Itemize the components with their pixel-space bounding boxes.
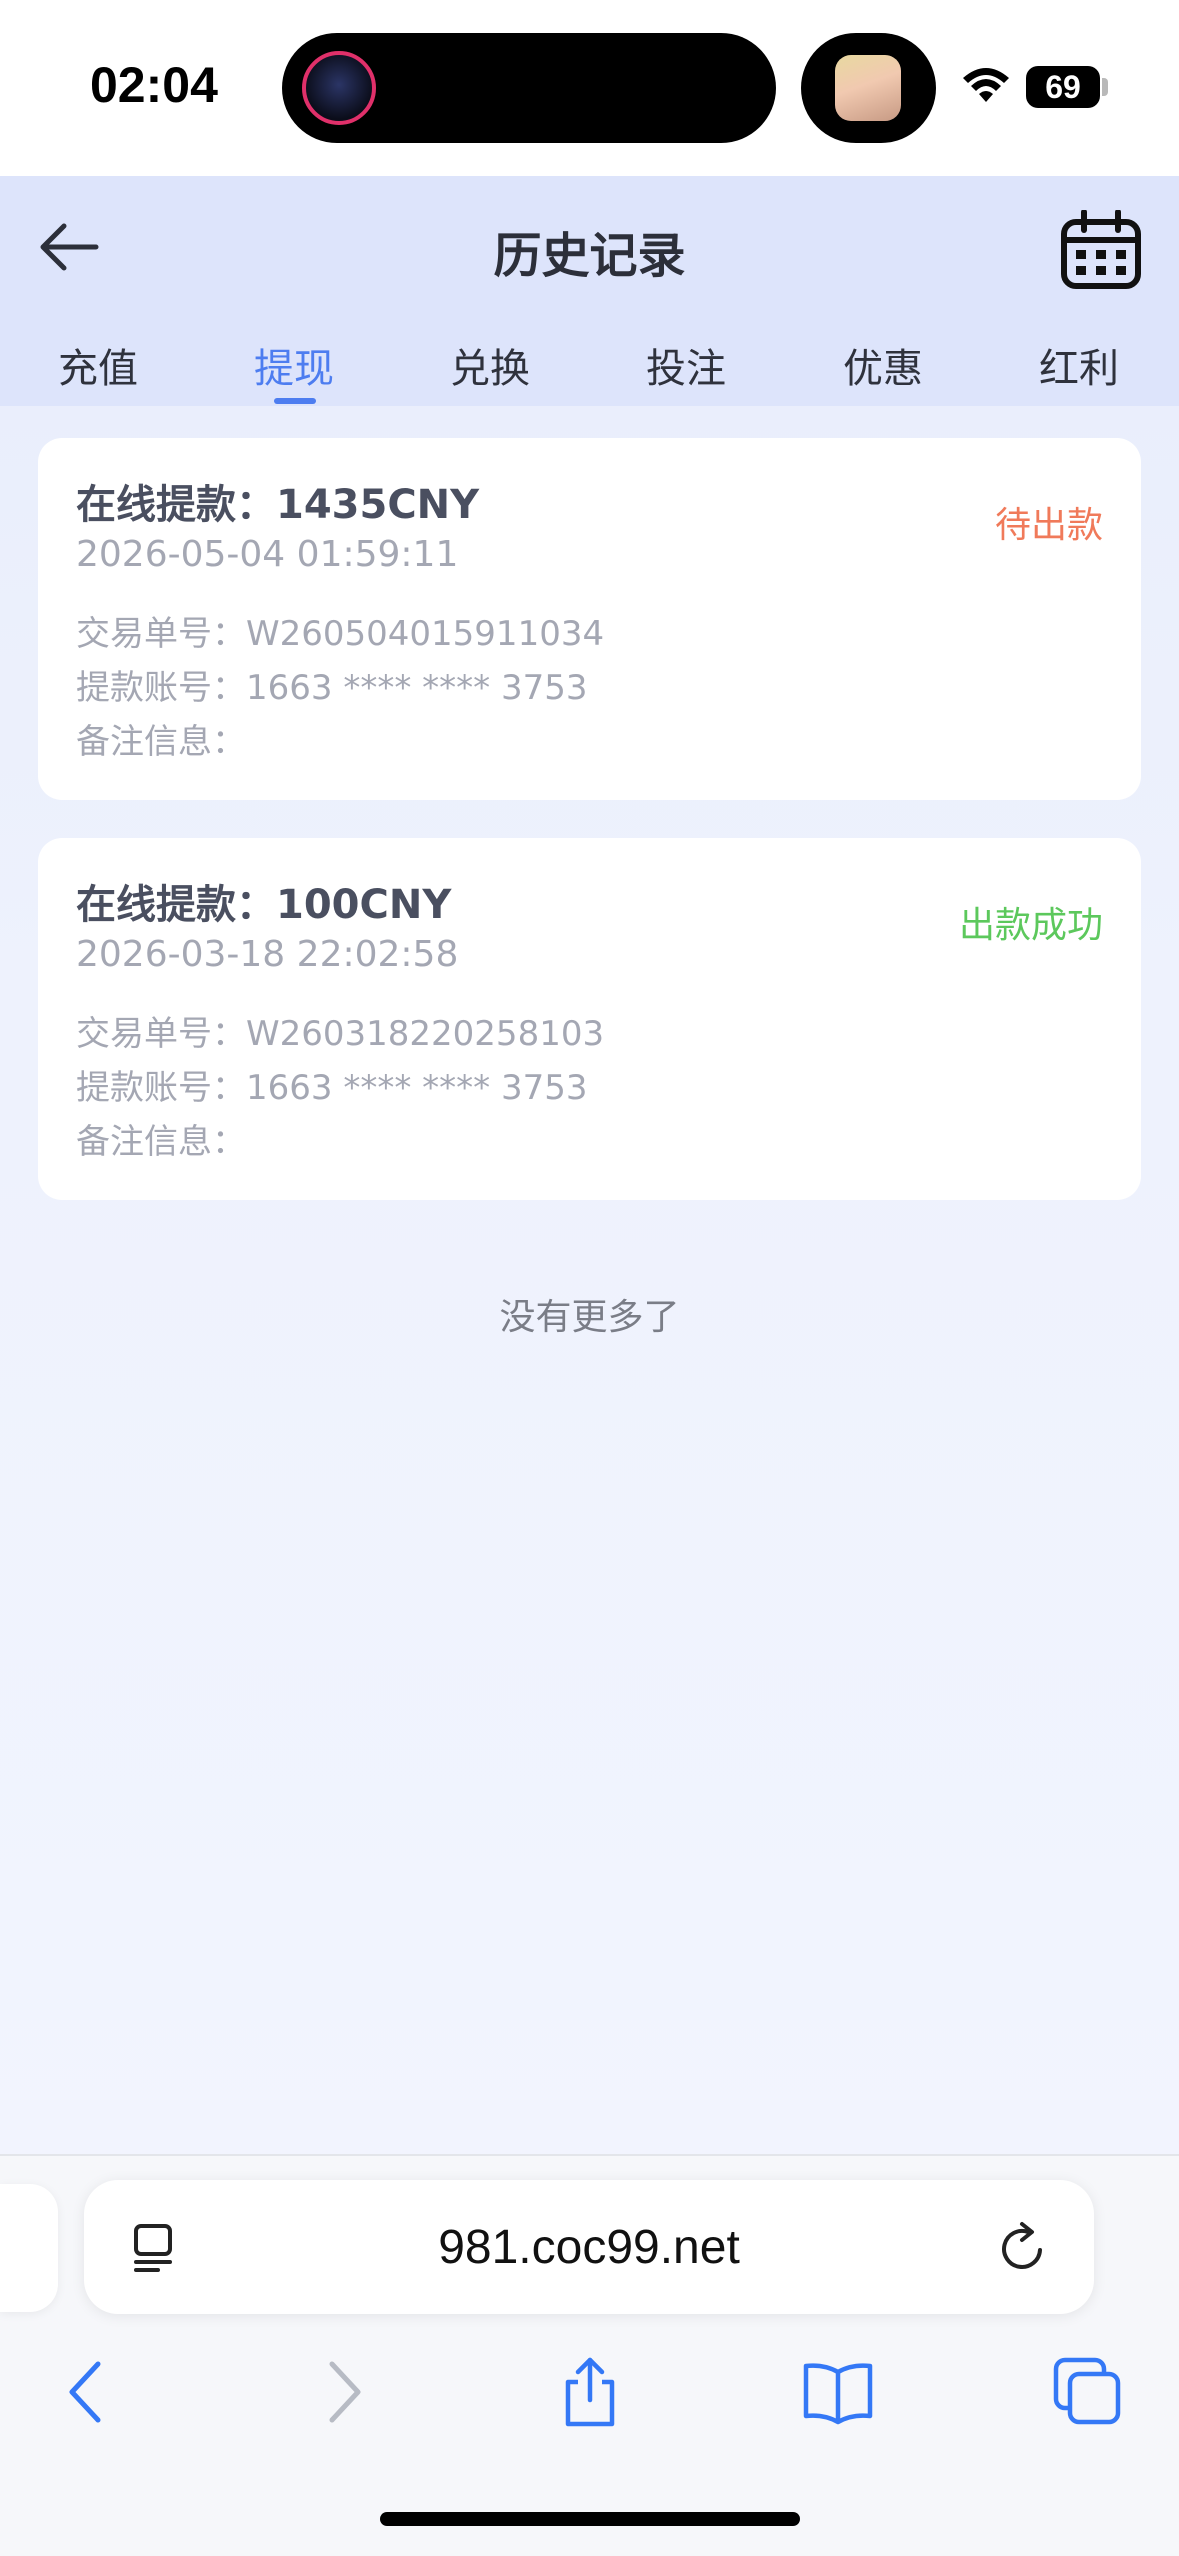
share-icon[interactable] <box>554 2356 626 2428</box>
dynamic-island-activity[interactable] <box>801 33 936 143</box>
url-text: 981.coc99.net <box>438 2221 740 2274</box>
browser-toolbar: 981.coc99.net <box>0 2154 1179 2556</box>
withdrawal-account-value: 1663 **** **** 3753 <box>246 668 588 708</box>
tabs-icon[interactable] <box>1052 2356 1124 2428</box>
record-amount: 1435CNY <box>276 482 480 528</box>
transaction-number-value: W260318220258103 <box>246 1014 605 1054</box>
record-type-tabs: 充值 提现 兑换 投注 优惠 红利 <box>0 326 1179 406</box>
withdrawal-record-card[interactable]: 在线提款：100CNY 出款成功 2026-03-18 22:02:58 交易单… <box>38 838 1141 1200</box>
transaction-number-label: 交易单号： <box>76 614 246 654</box>
withdrawal-account: 提款账号：1663 **** **** 3753 <box>76 660 587 709</box>
transaction-number-value: W260504015911034 <box>246 614 605 654</box>
bookmarks-icon[interactable] <box>802 2356 874 2428</box>
status-badge: 待出款 <box>994 505 1103 546</box>
transaction-number-label: 交易单号： <box>76 1014 246 1054</box>
record-datetime: 2026-03-18 22:02:58 <box>76 934 459 975</box>
page-header: 历史记录 充值 提现 兑换 投注 优惠 红利 <box>0 176 1179 406</box>
remarks-label: 备注信息： <box>76 722 246 762</box>
remarks-label: 备注信息： <box>76 1122 246 1162</box>
tab-deposit[interactable]: 充值 <box>18 336 178 394</box>
withdrawal-account-label: 提款账号： <box>76 1068 246 1108</box>
dynamic-island[interactable] <box>282 33 776 143</box>
tab-bets[interactable]: 投注 <box>606 336 766 394</box>
record-datetime: 2026-05-04 01:59:11 <box>76 534 459 575</box>
record-title-label: 在线提款： <box>76 882 276 928</box>
battery-level: 69 <box>1045 69 1081 105</box>
status-bar: 02:04 69 <box>0 0 1179 176</box>
page-title: 历史记录 <box>493 228 686 284</box>
contact-photo-icon <box>835 55 901 121</box>
record-title-label: 在线提款： <box>76 482 276 528</box>
no-more-text: 没有更多了 <box>499 1297 680 1338</box>
transaction-number: 交易单号：W260318220258103 <box>76 1006 604 1055</box>
record-title: 在线提款：100CNY <box>76 872 451 930</box>
tab-bonus[interactable]: 红利 <box>999 336 1159 394</box>
withdrawal-account: 提款账号：1663 **** **** 3753 <box>76 1060 587 1109</box>
home-indicator[interactable] <box>380 2512 800 2526</box>
withdrawal-record-card[interactable]: 在线提款：1435CNY 待出款 2026-05-04 01:59:11 交易单… <box>38 438 1141 800</box>
transaction-number: 交易单号：W260504015911034 <box>76 606 604 655</box>
address-bar[interactable]: 981.coc99.net <box>84 2180 1094 2314</box>
withdrawal-account-value: 1663 **** **** 3753 <box>246 1068 588 1108</box>
battery-cap <box>1102 78 1108 96</box>
status-time: 02:04 <box>90 57 218 113</box>
tab-withdraw[interactable]: 提现 <box>214 336 374 394</box>
remarks: 备注信息： <box>76 1114 246 1163</box>
battery-icon: 69 <box>1026 66 1100 108</box>
record-title: 在线提款：1435CNY <box>76 472 479 530</box>
status-badge: 出款成功 <box>958 905 1103 946</box>
back-chevron-icon[interactable] <box>52 2356 124 2428</box>
previous-tab-preview[interactable] <box>0 2184 58 2312</box>
wifi-icon <box>963 68 1009 102</box>
remarks: 备注信息： <box>76 714 246 763</box>
active-tab-indicator <box>274 398 316 404</box>
tab-exchange[interactable]: 兑换 <box>410 336 570 394</box>
record-amount: 100CNY <box>276 882 452 928</box>
withdrawal-account-label: 提款账号： <box>76 668 246 708</box>
calendar-icon[interactable] <box>1060 210 1142 290</box>
now-playing-artwork-icon <box>302 51 376 125</box>
forward-chevron-icon[interactable] <box>306 2356 378 2428</box>
reload-icon[interactable] <box>996 2220 1050 2276</box>
tab-promotions[interactable]: 优惠 <box>803 336 963 394</box>
